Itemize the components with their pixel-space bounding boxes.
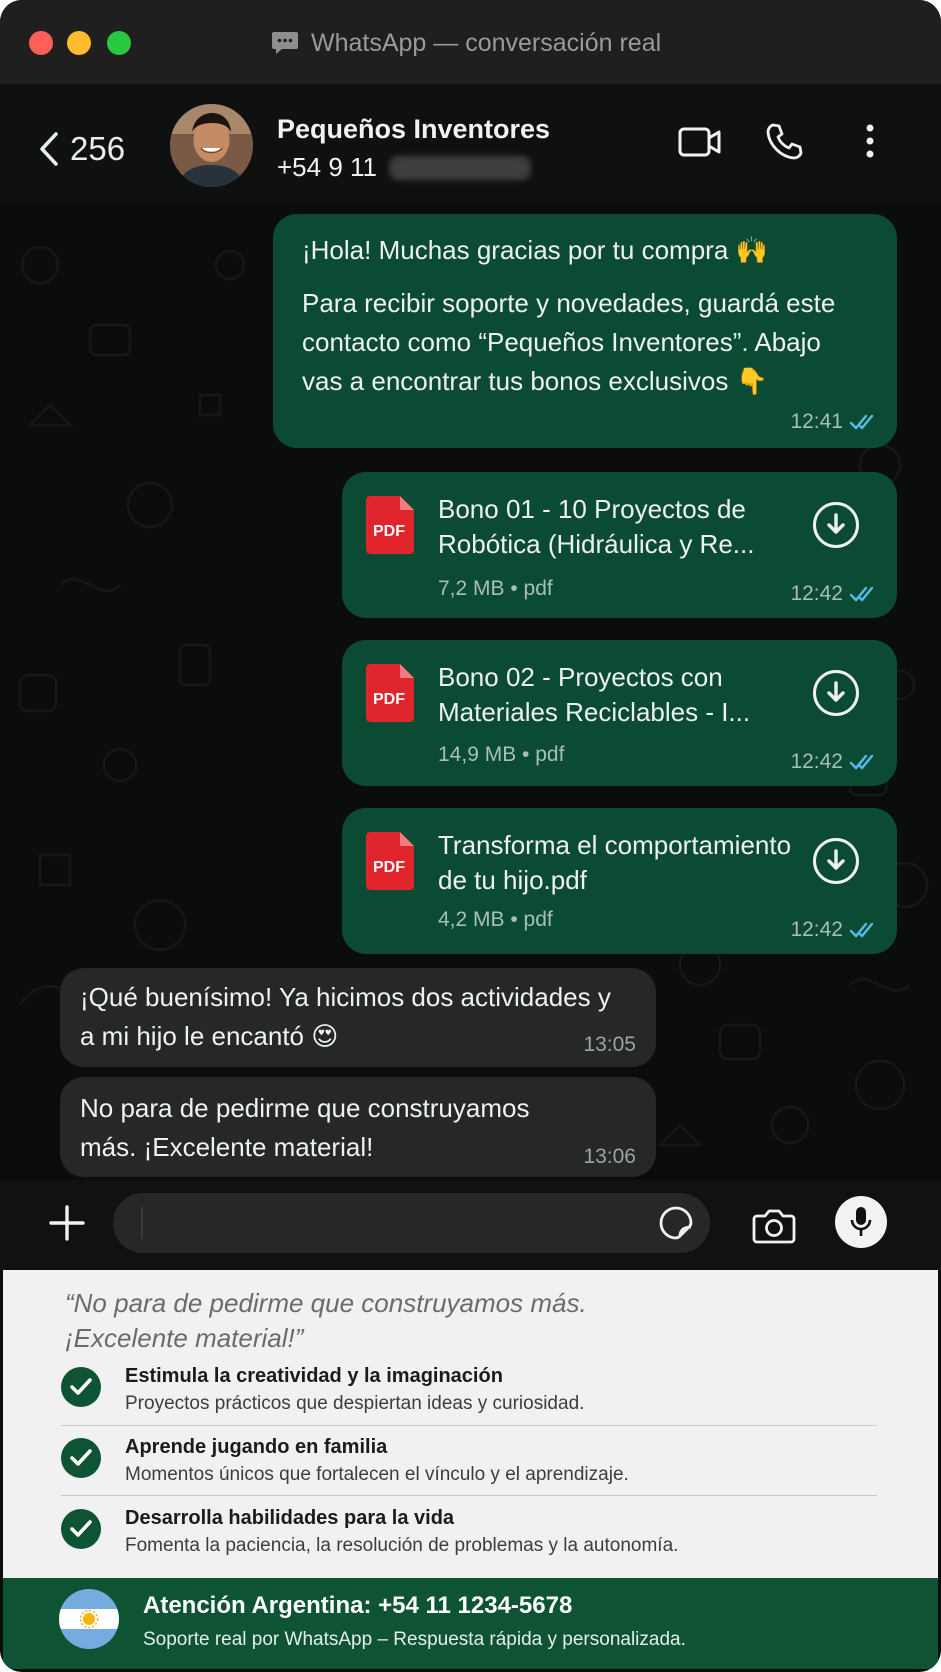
download-button[interactable] [813,670,859,716]
chat-bubble-icon [272,32,298,54]
message-input[interactable] [113,1193,710,1253]
message-time: 12:42 [790,750,843,773]
microphone-icon [850,1207,872,1236]
divider [61,1495,877,1496]
download-arrow-icon [827,513,845,534]
message-paragraph: ¡Hola! Muchas gracias por tu compra 🙌 [302,235,768,265]
support-description: Soporte real por WhatsApp – Respuesta rá… [143,1629,686,1650]
benefit-title: Desarrolla habilidades para la vida [125,1507,455,1529]
message-text: No para de pedirme que construyamos más.… [80,1093,530,1162]
window-titlebar: WhatsApp — conversación real [0,0,941,84]
phone-icon[interactable] [764,122,804,162]
check-icon [61,1438,101,1478]
testimonial-panel: “No para de pedirme que construyamos más… [3,1270,938,1578]
contact-phone-prefix: +54 9 11 [277,152,378,182]
zoom-window-button[interactable] [107,31,131,55]
double-check-read-icon [849,586,874,602]
message-time: 12:42 [790,918,843,941]
document-message[interactable]: PDF Transforma el comportamiento de tu h… [342,808,897,954]
benefit-item: Aprende jugando en familia Momentos únic… [61,1436,877,1503]
window-title-text: WhatsApp — conversación real [311,28,662,57]
message-input-bar [0,1180,941,1270]
video-call-icon[interactable] [678,126,722,158]
back-chevron-icon [40,132,58,166]
message-paragraph: Para recibir soporte y novedades, guardá… [302,288,836,396]
minimize-window-button[interactable] [67,31,91,55]
pdf-file-icon: PDF [366,664,414,722]
pdf-icon-label: PDF [373,691,405,708]
support-title[interactable]: Atención Argentina: +54 11 1234-5678 [143,1592,572,1620]
back-button[interactable]: 256 [38,130,125,168]
check-icon [61,1509,101,1549]
camera-icon[interactable] [752,1207,796,1245]
document-meta: 14,9 MB • pdf [438,743,565,766]
whatsapp-window: WhatsApp — conversación real 256 Pequeño… [0,0,941,1672]
close-window-button[interactable] [29,31,53,55]
pdf-file-icon: PDF [366,496,414,554]
message-time: 12:41 [790,410,843,433]
message-time: 12:42 [790,582,843,605]
double-check-read-icon [849,922,874,938]
message-bubble-incoming[interactable]: ¡Qué buenísimo! Ya hicimos dos actividad… [60,968,656,1067]
unread-count: 256 [70,130,126,167]
pdf-icon-label: PDF [373,859,405,876]
benefit-item: Estimula la creatividad y la imaginación… [61,1365,877,1432]
benefit-description: Momentos únicos que fortalecen el víncul… [125,1464,629,1485]
contact-avatar[interactable] [170,104,253,187]
more-options-icon[interactable] [865,124,875,158]
contact-phone: +54 9 11 [277,152,532,183]
message-time: 13:06 [583,1145,636,1168]
message-text: ¡Qué buenísimo! Ya hicimos dos actividad… [80,982,611,1051]
message-timestamp: 13:05 [583,1033,636,1057]
message-time: 13:05 [583,1033,636,1056]
download-button[interactable] [813,502,859,548]
message-timestamp: 12:42 [790,918,879,942]
benefit-description: Proyectos prácticos que despiertan ideas… [125,1393,585,1414]
message-timestamp: 13:06 [583,1145,636,1169]
text-cursor [141,1207,143,1239]
document-meta: 4,2 MB • pdf [438,908,553,931]
window-title: WhatsApp — conversación real [271,26,661,60]
document-message[interactable]: PDF Bono 01 - 10 Proyectos de Robótica (… [342,472,897,618]
check-icon [61,1367,101,1407]
blurred-phone-digits [389,155,532,180]
benefit-description: Fomenta la paciencia, la resolución de p… [125,1535,679,1556]
plus-icon[interactable] [49,1205,85,1241]
document-title: Transforma el comportamiento de tu hijo.… [438,830,792,895]
message-bubble-incoming[interactable]: No para de pedirme que construyamos más.… [60,1077,656,1177]
download-arrow-icon [827,681,845,702]
document-meta: 7,2 MB • pdf [438,577,553,600]
contact-name[interactable]: Pequeños Inventores [277,114,550,145]
pdf-file-icon: PDF [366,832,414,890]
chat-header: 256 Pequeños Inventores +54 9 11 [0,84,941,205]
sticker-icon[interactable] [658,1205,694,1241]
benefit-item: Desarrolla habilidades para la vida Fome… [61,1507,877,1574]
message-timestamp: 12:42 [790,750,879,774]
document-title: Bono 01 - 10 Proyectos de Robótica (Hidr… [438,494,755,559]
support-footer: Atención Argentina: +54 11 1234-5678 Sop… [3,1578,938,1669]
download-button[interactable] [813,838,859,884]
avatar-photo [170,104,253,187]
divider [61,1425,877,1426]
chat-area[interactable]: ¡Hola! Muchas gracias por tu compra 🙌 Pa… [0,205,941,1180]
benefit-title: Estimula la creatividad y la imaginación [125,1365,503,1387]
pdf-icon-label: PDF [373,523,405,540]
benefit-title: Aprende jugando en familia [125,1436,388,1458]
argentina-flag-icon [59,1589,119,1649]
message-timestamp: 12:41 [790,410,879,434]
double-check-read-icon [849,754,874,770]
document-title: Bono 02 - Proyectos con Materiales Recic… [438,662,751,727]
message-bubble-outgoing[interactable]: ¡Hola! Muchas gracias por tu compra 🙌 Pa… [273,214,897,448]
download-arrow-icon [827,849,845,870]
message-timestamp: 12:42 [790,582,879,606]
voice-message-button[interactable] [835,1196,887,1248]
double-check-read-icon [849,414,874,430]
testimonial-quote: “No para de pedirme que construyamos más… [65,1288,587,1353]
document-message[interactable]: PDF Bono 02 - Proyectos con Materiales R… [342,640,897,786]
